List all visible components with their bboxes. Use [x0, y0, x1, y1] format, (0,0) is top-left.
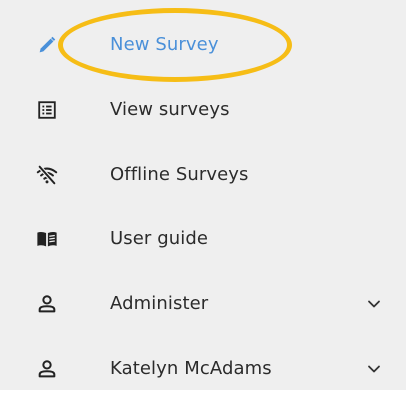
menu-item-user-guide[interactable]: User guide: [0, 207, 406, 272]
person-icon: [36, 358, 58, 380]
menu-item-label: User guide: [110, 228, 209, 250]
menu-item-label: Administer: [110, 293, 209, 315]
book-icon: [36, 228, 58, 250]
menu-item-label: Offline Surveys: [110, 163, 249, 185]
chevron-down-icon[interactable]: [366, 296, 382, 312]
menu-item-user-profile[interactable]: Katelyn McAdams: [0, 336, 406, 401]
menu-item-label: New Survey: [110, 34, 219, 56]
nav-list: New Survey View surveys Offline Surveys …: [0, 13, 406, 401]
menu-item-label: View surveys: [110, 99, 230, 121]
person-icon: [36, 293, 58, 315]
menu-item-administer[interactable]: Administer: [0, 272, 406, 337]
menu-item-offline-surveys[interactable]: Offline Surveys: [0, 142, 406, 207]
chevron-down-icon[interactable]: [366, 361, 382, 377]
wifi-off-icon: [36, 164, 58, 186]
menu-item-view-surveys[interactable]: View surveys: [0, 78, 406, 143]
side-menu: New Survey View surveys Offline Surveys …: [0, 0, 406, 390]
list-icon: [36, 99, 58, 121]
pencil-icon: [36, 34, 58, 56]
menu-item-label: Katelyn McAdams: [110, 357, 272, 379]
menu-item-new-survey[interactable]: New Survey: [0, 13, 406, 78]
